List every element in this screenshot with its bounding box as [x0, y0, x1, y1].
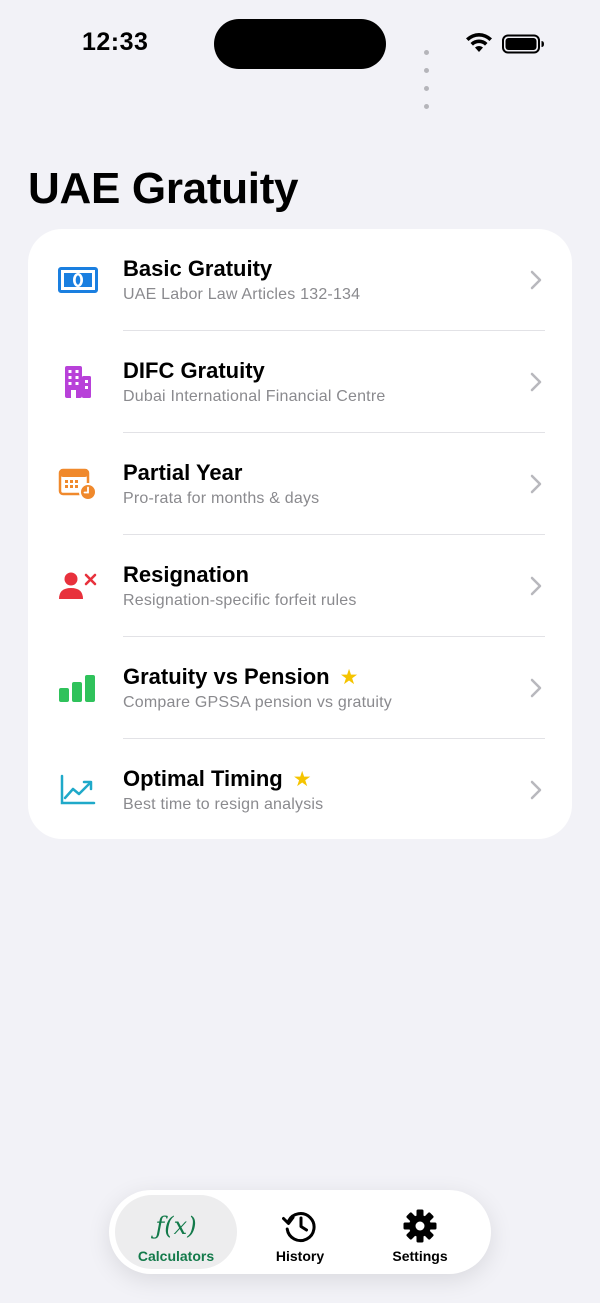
- list-item-difc-gratuity[interactable]: DIFC Gratuity Dubai International Financ…: [28, 331, 572, 433]
- tab-bar: ƒ(x) Calculators History Settings: [109, 1190, 491, 1274]
- chevron-right-icon: [530, 780, 542, 800]
- list-item-title: DIFC Gratuity: [123, 358, 265, 383]
- chevron-right-icon: [530, 270, 542, 290]
- calendar-clock-icon: [56, 466, 100, 502]
- list-item-subtitle: Dubai International Financial Centre: [123, 388, 386, 405]
- list-item-subtitle: Resignation-specific forfeit rules: [123, 592, 357, 609]
- tab-label: Settings: [392, 1248, 448, 1264]
- dynamic-island: [214, 19, 386, 69]
- cellular-signal-icon: [424, 42, 432, 114]
- tab-settings[interactable]: Settings: [359, 1195, 481, 1269]
- status-time: 12:33: [82, 28, 149, 56]
- screen: 12:33 UAE Gratuity Basic Gratuity UAE La…: [0, 0, 600, 1303]
- chevron-right-icon: [530, 474, 542, 494]
- tab-label: History: [275, 1248, 325, 1264]
- list-item-title: Gratuity vs Pension ★: [123, 664, 358, 690]
- person-remove-icon: [56, 568, 100, 604]
- chevron-right-icon: [530, 678, 542, 698]
- tab-calculators[interactable]: ƒ(x) Calculators: [115, 1195, 237, 1269]
- wifi-icon: [466, 33, 492, 52]
- tab-label: Calculators: [137, 1248, 215, 1264]
- building-icon: [56, 364, 100, 400]
- list-item-subtitle: Compare GPSSA pension vs gratuity: [123, 694, 392, 711]
- trend-chart-icon: [56, 772, 100, 808]
- chevron-right-icon: [530, 576, 542, 596]
- function-glyph: ƒ(x): [155, 1212, 197, 1240]
- list-item-subtitle: Pro-rata for months & days: [123, 490, 320, 507]
- list-item-partial-year[interactable]: Partial Year Pro-rata for months & days: [28, 433, 572, 535]
- list-item-title-text: Optimal Timing: [123, 766, 283, 791]
- list-item-optimal-timing[interactable]: Optimal Timing ★ Best time to resign anal…: [28, 739, 572, 839]
- list-item-title: Resignation: [123, 562, 249, 587]
- list-item-title-text: Gratuity vs Pension: [123, 664, 330, 689]
- star-icon: ★: [292, 768, 312, 791]
- history-icon: [239, 1209, 361, 1243]
- battery-icon: [502, 34, 544, 54]
- function-icon: ƒ(x): [115, 1209, 237, 1243]
- list-item-resignation[interactable]: Resignation Resignation-specific forfeit…: [28, 535, 572, 637]
- list-item-basic-gratuity[interactable]: Basic Gratuity UAE Labor Law Articles 13…: [28, 229, 572, 331]
- list-item-subtitle: Best time to resign analysis: [123, 796, 324, 813]
- banknote-icon: [56, 262, 100, 298]
- list-item-subtitle: UAE Labor Law Articles 132-134: [123, 286, 361, 303]
- calculators-list: Basic Gratuity UAE Labor Law Articles 13…: [28, 229, 572, 839]
- page-title: UAE Gratuity: [28, 164, 299, 213]
- tab-history[interactable]: History: [239, 1195, 361, 1269]
- list-item-title: Optimal Timing ★: [123, 766, 312, 792]
- list-item-title: Basic Gratuity: [123, 256, 273, 281]
- list-item-gratuity-vs-pension[interactable]: Gratuity vs Pension ★ Compare GPSSA pensi…: [28, 637, 572, 739]
- star-icon: ★: [339, 666, 359, 689]
- gear-icon: [359, 1209, 481, 1243]
- list-item-title: Partial Year: [123, 460, 243, 485]
- bar-chart-icon: [56, 670, 100, 706]
- chevron-right-icon: [530, 372, 542, 392]
